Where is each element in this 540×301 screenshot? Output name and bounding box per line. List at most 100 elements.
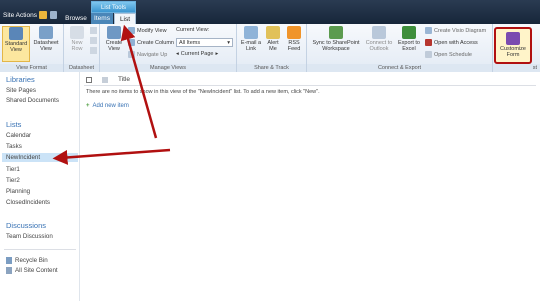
new-row-button[interactable]: New Row <box>66 26 88 62</box>
visio-icon <box>425 27 432 34</box>
current-view-value: All Items <box>179 40 201 46</box>
nav-item-team-discussion[interactable]: Team Discussion <box>6 233 53 240</box>
edit-page-icon[interactable] <box>50 11 57 19</box>
standard-view-icon <box>9 27 23 40</box>
manage-views-label: Manage Views <box>100 64 236 72</box>
nav-heading-libraries[interactable]: Libraries <box>6 75 35 84</box>
nav-item-tasks[interactable]: Tasks <box>6 143 22 150</box>
customize-list-label: st <box>493 64 540 72</box>
outlook-icon <box>372 26 386 39</box>
nav-item-planning[interactable]: Planning <box>6 188 30 195</box>
rss-feed-button[interactable]: RSS Feed <box>284 26 304 62</box>
create-column-button[interactable]: Create Column <box>128 39 174 46</box>
share-track-label: Share & Track <box>237 64 306 72</box>
all-site-content-label: All Site Content <box>15 267 58 274</box>
share-track-group: E-mail a Link Alert Me RSS Feed Share & … <box>237 24 307 72</box>
connect-export-group: Sync to SharePoint Workspace Connect to … <box>307 24 493 72</box>
title-column-header[interactable]: Title <box>118 76 130 83</box>
create-column-icon <box>128 39 135 46</box>
all-site-content-link[interactable]: All Site Content <box>6 267 58 274</box>
sync-icon <box>329 26 343 39</box>
datasheet-small-icon-2[interactable] <box>90 37 97 44</box>
current-view-select[interactable]: All Items ▾ <box>176 38 233 47</box>
export-excel-button[interactable]: Export to Excel <box>396 26 422 62</box>
create-visio-label: Create Visio Diagram <box>434 27 487 34</box>
header-divider <box>84 85 536 86</box>
navigate-up-button[interactable]: Navigate Up <box>128 51 167 58</box>
navigate-up-icon <box>128 51 135 58</box>
datasheet-small-icon-3[interactable] <box>90 47 97 54</box>
navigate-up-label: Navigate Up <box>137 51 168 58</box>
rss-icon <box>287 26 301 39</box>
add-new-item-link[interactable]: + Add new item <box>86 103 129 109</box>
create-column-label: Create Column <box>137 39 174 46</box>
list-header-row: Title <box>86 76 130 83</box>
nav-item-tier2[interactable]: Tier2 <box>6 177 20 184</box>
open-access-button[interactable]: Open with Access <box>425 39 478 46</box>
select-all-checkbox[interactable] <box>86 76 92 83</box>
tab-items[interactable]: Items <box>91 13 113 24</box>
chevron-left-icon: ◂ <box>176 51 179 57</box>
all-content-icon <box>6 267 12 274</box>
datasheet-view-label: Datasheet View <box>33 40 59 52</box>
create-view-icon <box>107 26 121 39</box>
chevron-down-icon: ▾ <box>227 40 230 46</box>
email-link-label: E-mail a Link <box>240 40 262 52</box>
datasheet-label: Datasheet <box>64 64 99 72</box>
new-row-icon <box>70 26 84 39</box>
nav-heading-discussions[interactable]: Discussions <box>6 221 46 230</box>
sync-workspace-button[interactable]: Sync to SharePoint Workspace <box>311 26 361 62</box>
nav-item-shared-documents[interactable]: Shared Documents <box>6 97 59 104</box>
plus-icon: + <box>86 103 90 109</box>
tab-browse[interactable]: Browse <box>62 13 90 24</box>
view-format-label: View Format <box>0 64 63 72</box>
chevron-right-icon: ▸ <box>215 51 219 57</box>
create-visio-button[interactable]: Create Visio Diagram <box>425 27 486 34</box>
customize-form-button[interactable]: Customize Form <box>494 27 532 64</box>
nav-item-site-pages[interactable]: Site Pages <box>6 87 36 94</box>
modify-view-label: Modify View <box>137 27 167 34</box>
access-icon <box>425 39 432 46</box>
view-format-group: Standard View Datasheet View View Format <box>0 24 64 72</box>
current-page-label: Current Page <box>180 51 214 57</box>
empty-list-message: There are no items to show in this view … <box>86 89 320 95</box>
open-schedule-button[interactable]: Open Schedule <box>425 51 472 58</box>
datasheet-view-button[interactable]: Datasheet View <box>31 26 61 62</box>
current-page-control[interactable]: ◂ Current Page ▸ <box>176 51 218 57</box>
add-new-item-label: Add new item <box>92 103 129 109</box>
nav-heading-lists[interactable]: Lists <box>6 120 21 129</box>
modify-view-icon <box>128 27 135 34</box>
create-view-label: Create View <box>105 40 123 52</box>
site-actions-menu[interactable]: Site Actions ▾ <box>3 11 42 20</box>
datasheet-group: New Row Datasheet <box>64 24 100 72</box>
create-view-button[interactable]: Create View <box>102 26 126 62</box>
sidebar-divider <box>4 249 76 250</box>
connect-outlook-button[interactable]: Connect to Outlook <box>363 26 395 62</box>
schedule-icon <box>425 51 432 58</box>
email-icon <box>244 26 258 39</box>
alert-me-button[interactable]: Alert Me <box>263 26 283 62</box>
nav-item-closedincidents[interactable]: ClosedIncidents <box>6 199 50 206</box>
datasheet-view-icon <box>39 26 53 39</box>
email-link-button[interactable]: E-mail a Link <box>240 26 262 62</box>
nav-item-newincident[interactable]: NewIncident <box>2 153 78 162</box>
standard-view-button[interactable]: Standard View <box>2 26 30 62</box>
open-access-label: Open with Access <box>434 39 478 46</box>
folder-icon[interactable] <box>39 11 47 19</box>
list-view: Title There are no items to show in this… <box>80 72 540 301</box>
current-view-label: Current View: <box>176 27 210 33</box>
standard-view-label: Standard View <box>4 41 28 53</box>
recycle-bin-link[interactable]: Recycle Bin <box>6 257 48 264</box>
ribbon: Standard View Datasheet View View Format… <box>0 24 540 72</box>
open-schedule-label: Open Schedule <box>434 51 472 58</box>
site-actions-label: Site Actions <box>3 11 37 19</box>
nav-item-calendar[interactable]: Calendar <box>6 132 31 139</box>
manage-views-group: Create View Modify View Create Column Na… <box>100 24 237 72</box>
datasheet-small-icon-1[interactable] <box>90 27 97 34</box>
nav-item-tier1[interactable]: Tier1 <box>6 166 20 173</box>
modify-view-button[interactable]: Modify View <box>128 27 167 34</box>
tab-list[interactable]: List <box>114 13 136 24</box>
new-row-label: New Row <box>71 40 83 52</box>
connect-export-label: Connect & Export <box>307 64 492 72</box>
sync-workspace-label: Sync to SharePoint Workspace <box>312 40 360 52</box>
